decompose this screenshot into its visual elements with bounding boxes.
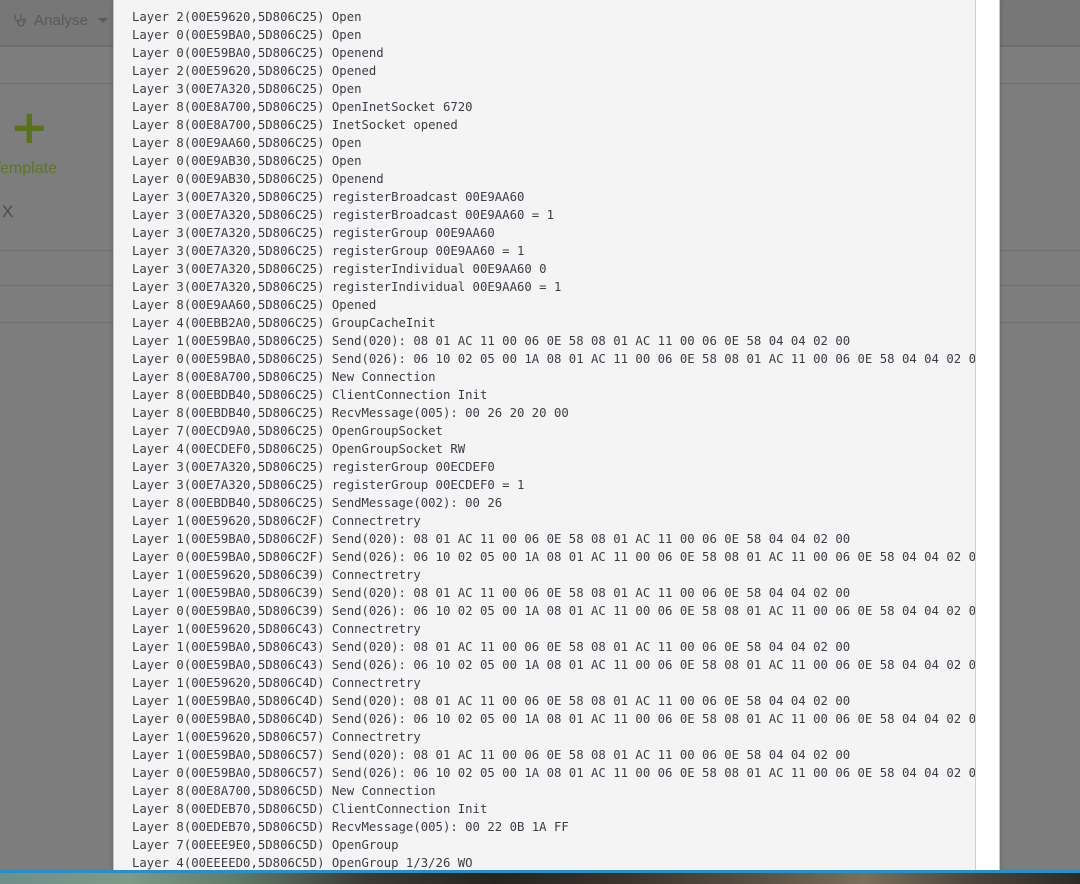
log-line: Layer 1(00E59620,5D806C43) Connectretry — [132, 622, 421, 636]
log-line: Layer 0(00E59BA0,5D806C25) Openend — [132, 46, 384, 60]
log-line-list: Layer 2(00E59620,5D806C25) Open Layer 0(0… — [114, 8, 975, 872]
log-line: Layer 2(00E59620,5D806C25) Opened — [132, 64, 377, 78]
log-line: Layer 8(00E8A700,5D806C25) OpenInetSocke… — [132, 100, 473, 114]
log-line: Layer 1(00E59BA0,5D806C43) Send(020): 08… — [132, 640, 851, 654]
log-line: Layer 4(00ECDEF0,5D806C25) OpenGroupSock… — [132, 442, 466, 456]
x-label: X — [2, 202, 14, 221]
log-line: Layer 3(00E7A320,5D806C25) registerGroup… — [132, 460, 495, 474]
log-line: Layer 4(00EBB2A0,5D806C25) GroupCacheIni… — [132, 316, 436, 330]
log-line: Layer 1(00E59BA0,5D806C57) Send(020): 08… — [132, 748, 851, 762]
log-line: Layer 8(00E8A700,5D806C5D) New Connectio… — [132, 784, 436, 798]
log-line: Layer 8(00E9AA60,5D806C25) Opened — [132, 298, 377, 312]
log-line: Layer 3(00E7A320,5D806C25) registerBroad… — [132, 190, 525, 204]
log-line: Layer 0(00E59BA0,5D806C43) Send(026): 06… — [132, 658, 976, 672]
log-line: Layer 8(00EBDB40,5D806C25) RecvMessage(0… — [132, 406, 569, 420]
log-window: Layer 2(00E59620,5D806C25) Open Layer 0(0… — [113, 0, 1000, 877]
menu-item-analyse-label: Analyse — [34, 12, 89, 29]
stethoscope-icon — [12, 13, 28, 29]
log-line: Layer 3(00E7A320,5D806C25) registerIndiv… — [132, 280, 562, 294]
log-line: Layer 0(00E59BA0,5D806C25) Open — [132, 28, 362, 42]
log-line: Layer 1(00E59620,5D806C4D) Connectretry — [132, 676, 421, 690]
log-line: Layer 1(00E59620,5D806C2F) Connectretry — [132, 514, 421, 528]
menu-item-analyse[interactable]: Analyse — [12, 12, 109, 29]
log-line: Layer 0(00E59BA0,5D806C39) Send(026): 06… — [132, 604, 976, 618]
log-line: Layer 8(00E8A700,5D806C25) InetSocket op… — [132, 118, 458, 132]
log-line: Layer 2(00E59620,5D806C25) Open — [132, 10, 362, 24]
log-line: Layer 0(00E9AB30,5D806C25) Open — [132, 154, 362, 168]
log-line: Layer 8(00E8A700,5D806C25) New Connectio… — [132, 370, 436, 384]
log-line: Layer 8(00EBDB40,5D806C25) ClientConnect… — [132, 388, 488, 402]
log-line: Layer 7(00EEE9E0,5D806C5D) OpenGroup — [132, 838, 399, 852]
template-label: Template — [0, 160, 57, 177]
log-output-area[interactable]: Layer 2(00E59620,5D806C25) Open Layer 0(0… — [114, 0, 976, 877]
log-line: Layer 8(00EDEB70,5D806C5D) RecvMessage(0… — [132, 820, 569, 834]
desktop-taskbar-strip — [0, 870, 1080, 884]
log-line: Layer 7(00ECD9A0,5D806C25) OpenGroupSock… — [132, 424, 443, 438]
log-line: Layer 8(00EDEB70,5D806C5D) ClientConnect… — [132, 802, 488, 816]
log-line: Layer 1(00E59620,5D806C57) Connectretry — [132, 730, 421, 744]
log-line: Layer 1(00E59620,5D806C39) Connectretry — [132, 568, 421, 582]
chevron-down-icon — [98, 18, 109, 23]
log-line: Layer 0(00E9AB30,5D806C25) Openend — [132, 172, 384, 186]
log-line: Layer 0(00E59BA0,5D806C4D) Send(026): 06… — [132, 712, 976, 726]
log-line: Layer 3(00E7A320,5D806C25) registerBroad… — [132, 208, 554, 222]
log-line: Layer 1(00E59BA0,5D806C2F) Send(020): 08… — [132, 532, 851, 546]
log-line: Layer 1(00E59BA0,5D806C39) Send(020): 08… — [132, 586, 851, 600]
log-line: Layer 3(00E7A320,5D806C25) registerIndiv… — [132, 262, 547, 276]
log-line: Layer 0(00E59BA0,5D806C25) Send(026): 06… — [132, 352, 976, 366]
log-line: Layer 0(00E59BA0,5D806C2F) Send(026): 06… — [132, 550, 976, 564]
log-line: Layer 8(00E9AA60,5D806C25) Open — [132, 136, 362, 150]
log-line: Layer 3(00E7A320,5D806C25) registerGroup… — [132, 478, 525, 492]
screen-root: Analyse + Template X Layer 2(00E59620,5D… — [0, 0, 1080, 884]
log-line: Layer 0(00E59BA0,5D806C57) Send(026): 06… — [132, 766, 976, 780]
log-line: Layer 8(00EBDB40,5D806C25) SendMessage(0… — [132, 496, 503, 510]
log-line: Layer 3(00E7A320,5D806C25) registerGroup… — [132, 226, 495, 240]
log-line: Layer 1(00E59BA0,5D806C25) Send(020): 08… — [132, 334, 851, 348]
add-button[interactable]: + — [10, 104, 49, 150]
log-line: Layer 3(00E7A320,5D806C25) Open — [132, 82, 362, 96]
log-line: Layer 3(00E7A320,5D806C25) registerGroup… — [132, 244, 525, 258]
log-line: Layer 1(00E59BA0,5D806C4D) Send(020): 08… — [132, 694, 851, 708]
